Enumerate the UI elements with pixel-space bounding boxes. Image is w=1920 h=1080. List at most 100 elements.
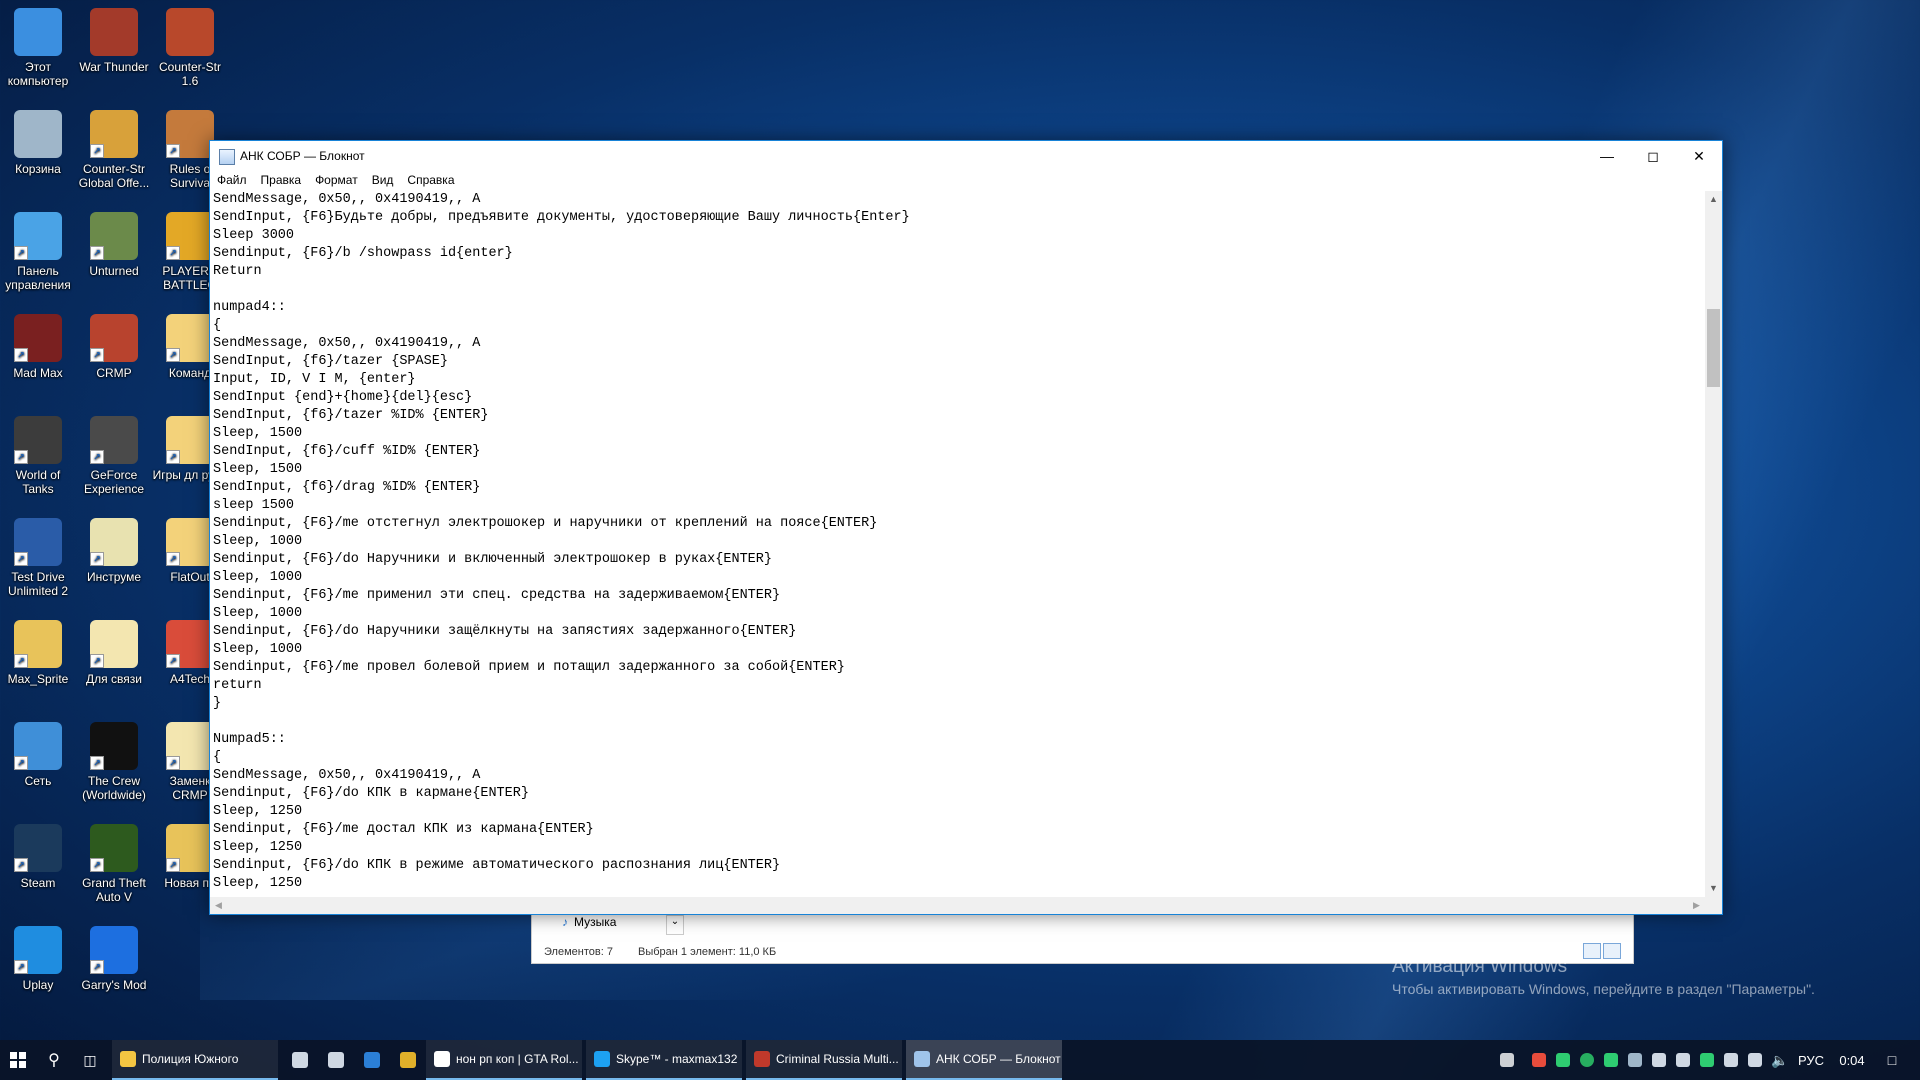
- desktop-icon[interactable]: ↗ CRMP: [76, 312, 152, 380]
- shortcut-arrow-icon: ↗: [14, 552, 28, 566]
- shortcut-arrow-icon: ↗: [166, 144, 180, 158]
- geforce-icon: ↗: [90, 416, 138, 464]
- text-line: Sendinput, {F6}/do Наручники и включенны…: [213, 552, 772, 567]
- menu-item[interactable]: Файл: [210, 171, 254, 187]
- usb-icon[interactable]: [1724, 1053, 1738, 1067]
- steam-icon: ↗: [14, 824, 62, 872]
- tray-app-icon[interactable]: [1604, 1053, 1618, 1067]
- shortcut-arrow-icon: ↗: [90, 144, 104, 158]
- tray-app-icon[interactable]: [1700, 1053, 1714, 1067]
- text-line: Numpad5::: [213, 732, 286, 747]
- menu-item[interactable]: Правка: [254, 171, 309, 187]
- chevron-down-icon[interactable]: ⌄: [666, 915, 684, 935]
- text-line: SendInput {end}+{home}{del}{esc}: [213, 390, 473, 405]
- text-line: SendInput, {f6}/tazer {SPASE}: [213, 354, 448, 369]
- scroll-thumb[interactable]: [1707, 309, 1720, 387]
- desktop-icon[interactable]: ↗ World of Tanks: [0, 414, 76, 496]
- tray-app-icon[interactable]: [1652, 1053, 1666, 1067]
- task-view-icon[interactable]: ◫: [72, 1040, 108, 1080]
- desktop-icon-label: Counter-Str 1.6: [158, 60, 222, 88]
- menu-item[interactable]: Справка: [400, 171, 461, 187]
- onedrive-icon[interactable]: [1676, 1053, 1690, 1067]
- desktop-icon[interactable]: ↗ Сеть: [0, 720, 76, 788]
- text-line: Sleep, 1000: [213, 642, 303, 657]
- text-line: Sleep, 1000: [213, 606, 303, 621]
- scroll-right-icon[interactable]: ▶: [1688, 897, 1705, 914]
- taskbar-app-button[interactable]: АНК СОБР — Блокнот: [906, 1040, 1062, 1080]
- language-indicator[interactable]: РУС: [1794, 1040, 1828, 1080]
- scroll-left-icon[interactable]: ◀: [210, 897, 227, 914]
- notifications-icon[interactable]: □: [1874, 1040, 1910, 1080]
- desktop-icon[interactable]: ↗ Max_Sprite: [0, 618, 76, 686]
- title-bar[interactable]: АНК СОБР — Блокнот — ◻ ✕: [210, 141, 1722, 171]
- close-button[interactable]: ✕: [1676, 141, 1722, 171]
- taskbar-app-label: нон рп коп | GTA Rol...: [456, 1052, 579, 1066]
- shortcut-arrow-icon: ↗: [166, 552, 180, 566]
- text-line: Input, ID, V I M, {enter}: [213, 372, 416, 387]
- text-line: [213, 281, 1699, 299]
- taskbar-app-label: Skype™ - maxmax132: [616, 1052, 738, 1066]
- desktop-icon[interactable]: ↗ Garry's Mod: [76, 924, 152, 992]
- store-taskbar-button[interactable]: [318, 1040, 350, 1080]
- desktop-icon[interactable]: ↗ Панель управления: [0, 210, 76, 292]
- shortcut-arrow-icon: ↗: [90, 450, 104, 464]
- desktop-icon[interactable]: ↗ Для связи: [76, 618, 152, 686]
- explorer-folder-music[interactable]: ♪ Музыка: [562, 915, 616, 929]
- control-panel-icon: ↗: [14, 212, 62, 260]
- scroll-down-icon[interactable]: ▼: [1705, 880, 1722, 897]
- tray-app-icon[interactable]: [1532, 1053, 1546, 1067]
- desktop-icon[interactable]: ↗ Mad Max: [0, 312, 76, 380]
- edge-taskbar-button[interactable]: [354, 1040, 386, 1080]
- minimize-button[interactable]: —: [1584, 141, 1630, 171]
- network-tray-icon[interactable]: [1748, 1053, 1762, 1067]
- folder-icon: ↗: [166, 722, 214, 770]
- desktop-icon[interactable]: ↗ The Crew (Worldwide): [76, 720, 152, 802]
- desktop-icon[interactable]: ↗ Grand Theft Auto V: [76, 822, 152, 904]
- volume-icon[interactable]: 🔈: [1768, 1040, 1792, 1080]
- desktop-icon[interactable]: ↗ GeForce Experience: [76, 414, 152, 496]
- rules-of-survival-icon: ↗: [166, 110, 214, 158]
- scroll-up-icon[interactable]: ▲: [1705, 191, 1722, 208]
- desktop-icon[interactable]: ↗ Steam: [0, 822, 76, 890]
- vertical-scrollbar[interactable]: ▲ ▼: [1705, 191, 1722, 897]
- start-button[interactable]: [0, 1040, 36, 1080]
- world-of-tanks-icon: ↗: [14, 416, 62, 464]
- explorer-selected-info: Выбран 1 элемент: 11,0 КБ: [638, 946, 777, 958]
- menu-item[interactable]: Вид: [365, 171, 401, 187]
- text-line: Sendinput, {F6}/do КПК в режиме автомати…: [213, 858, 781, 873]
- desktop-icon[interactable]: War Thunder: [76, 6, 152, 74]
- desktop-icon[interactable]: Корзина: [0, 108, 76, 176]
- explorer-items-count: Элементов: 7: [544, 946, 613, 958]
- maximize-button[interactable]: ◻: [1630, 141, 1676, 171]
- desktop-icon[interactable]: ↗ Counter-Str Global Offe...: [76, 108, 152, 190]
- steam-tray-icon[interactable]: [1628, 1053, 1642, 1067]
- people-icon[interactable]: [1500, 1053, 1514, 1067]
- horizontal-scrollbar[interactable]: ◀ ▶: [210, 897, 1705, 914]
- the-crew-icon: ↗: [90, 722, 138, 770]
- desktop-icon[interactable]: ↗ Test Drive Unlimited 2: [0, 516, 76, 598]
- clock[interactable]: 0:04: [1832, 1040, 1872, 1080]
- taskbar-app-button[interactable]: Полиция Южного: [112, 1040, 278, 1080]
- desktop-icon[interactable]: ↗ Unturned: [76, 210, 152, 278]
- taskbar-app-button[interactable]: нон рп коп | GTA Rol...: [426, 1040, 582, 1080]
- desktop-icon[interactable]: Counter-Str 1.6: [152, 6, 228, 88]
- text-line: Sendinput, {F6}/do КПК в кармане{ENTER}: [213, 786, 529, 801]
- desktop-icon-label: Панель управления: [5, 264, 71, 292]
- menu-item[interactable]: Формат: [308, 171, 365, 187]
- tray-app-icon[interactable]: [1580, 1053, 1594, 1067]
- shortcut-arrow-icon: ↗: [90, 756, 104, 770]
- desktop-icon-label: CRMP: [96, 366, 132, 380]
- mail-taskbar-button[interactable]: [282, 1040, 314, 1080]
- text-line: Sleep, 1250: [213, 840, 303, 855]
- taskbar-app-button[interactable]: Skype™ - maxmax132: [586, 1040, 742, 1080]
- desktop-icon[interactable]: ↗ Uplay: [0, 924, 76, 992]
- chrome-taskbar-button[interactable]: [390, 1040, 422, 1080]
- taskbar-app-button[interactable]: Criminal Russia Multi...: [746, 1040, 902, 1080]
- text-editor[interactable]: SendMessage, 0x50,, 0x4190419,, A SendInp…: [213, 191, 1699, 897]
- desktop-icon[interactable]: ↗ Инструме: [76, 516, 152, 584]
- search-icon[interactable]: ⚲: [36, 1040, 72, 1080]
- notepad-window[interactable]: АНК СОБР — Блокнот — ◻ ✕ Файл Правка Форма…: [209, 140, 1723, 915]
- desktop-icon[interactable]: Этот компьютер: [0, 6, 76, 88]
- taskbar-app-label: АНК СОБР — Блокнот: [936, 1052, 1061, 1066]
- tray-app-icon[interactable]: [1556, 1053, 1570, 1067]
